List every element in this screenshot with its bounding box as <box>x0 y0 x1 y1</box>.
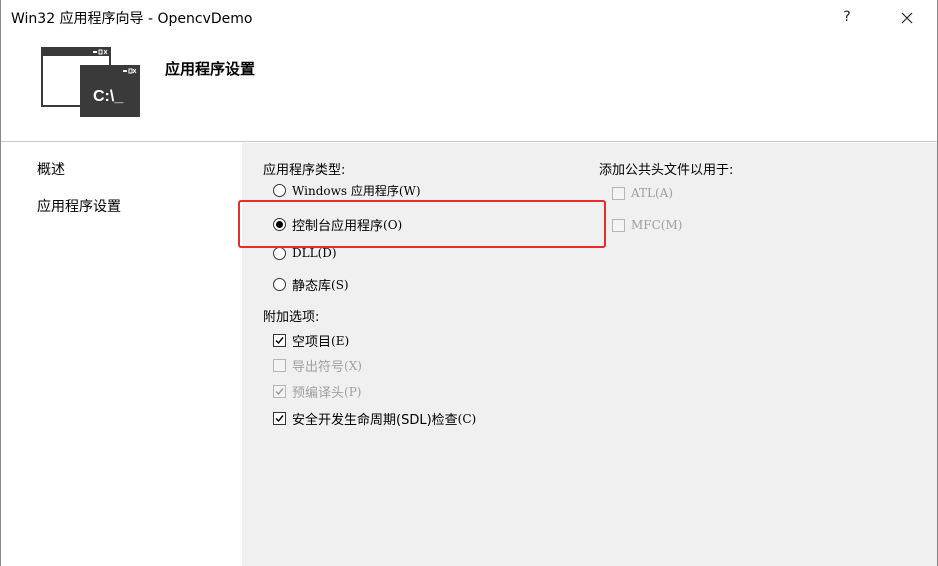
radio-windows-app[interactable]: Windows 应用程序 (W) <box>273 182 421 199</box>
console-prompt-text: C:\_ <box>93 88 124 105</box>
option-label: 空项目 <box>292 335 332 350</box>
checkbox[interactable] <box>273 334 286 347</box>
wizard-header: C:\_ 应用程序设置 <box>1 36 937 142</box>
checkbox[interactable] <box>273 385 286 398</box>
option-mnemonic: (A) <box>654 186 674 200</box>
common-headers-label: 添加公共头文件以用于: <box>599 163 734 178</box>
radio-button[interactable] <box>273 278 286 291</box>
console-app-icon: C:\_ <box>41 42 141 118</box>
option-mnemonic: (C) <box>457 411 477 426</box>
checkmark-icon <box>275 337 284 345</box>
radio-button[interactable] <box>273 184 286 197</box>
radio-dll[interactable]: DLL (D) <box>273 246 337 260</box>
close-icon <box>901 12 913 24</box>
checkbox-empty-project[interactable]: 空项目 (E) <box>273 331 349 350</box>
sidebar-item-overview[interactable]: 概述 <box>37 159 65 179</box>
help-button[interactable]: ? <box>837 7 857 27</box>
checkmark-icon <box>275 388 284 396</box>
checkmark-icon <box>275 415 284 423</box>
option-label: DLL <box>292 246 318 260</box>
option-mnemonic: (E) <box>331 333 350 348</box>
option-label: MFC <box>631 218 661 232</box>
checkbox[interactable] <box>273 359 286 372</box>
option-label: 安全开发生命周期(SDL)检查 <box>292 413 458 428</box>
checkbox[interactable] <box>612 218 625 232</box>
window-title: Win32 应用程序向导 - OpencvDemo <box>11 11 253 27</box>
checkbox-sdl-checks[interactable]: 安全开发生命周期(SDL)检查 (C) <box>273 409 476 428</box>
option-mnemonic: (X) <box>344 358 362 373</box>
option-label: 静态库 <box>292 279 332 294</box>
option-label: 导出符号 <box>292 360 345 375</box>
checkbox[interactable] <box>612 186 625 200</box>
option-mnemonic: (M) <box>660 218 683 232</box>
checkbox-atl[interactable]: ATL (A) <box>612 186 673 200</box>
checkbox-mfc[interactable]: MFC (M) <box>612 218 682 232</box>
extra-options-label: 附加选项: <box>263 310 320 325</box>
wizard-sidebar: 概述 应用程序设置 <box>1 143 242 566</box>
option-label: 预编译头 <box>292 386 345 401</box>
title-bar: Win32 应用程序向导 - OpencvDemo ? <box>1 0 937 36</box>
app-type-label: 应用程序类型: <box>263 163 346 178</box>
wizard-window: Win32 应用程序向导 - OpencvDemo ? C:\_ 应用程序设置 … <box>0 0 938 566</box>
option-label: ATL <box>631 186 655 200</box>
close-button[interactable] <box>895 6 919 30</box>
option-mnemonic: (P) <box>344 384 362 399</box>
radio-button[interactable] <box>273 246 286 260</box>
sidebar-item-app-settings[interactable]: 应用程序设置 <box>37 196 121 216</box>
highlight-annotation-box <box>238 200 606 248</box>
radio-static-lib[interactable]: 静态库 (S) <box>273 275 349 294</box>
option-mnemonic: (D) <box>317 246 337 260</box>
page-title: 应用程序设置 <box>165 60 256 78</box>
checkbox-export-symbols[interactable]: 导出符号 (X) <box>273 356 362 375</box>
option-mnemonic: (W) <box>398 183 421 198</box>
option-label: Windows 应用程序 <box>292 184 399 198</box>
checkbox[interactable] <box>273 412 286 425</box>
option-mnemonic: (S) <box>331 277 349 292</box>
checkbox-precompiled-header[interactable]: 预编译头 (P) <box>273 382 361 401</box>
